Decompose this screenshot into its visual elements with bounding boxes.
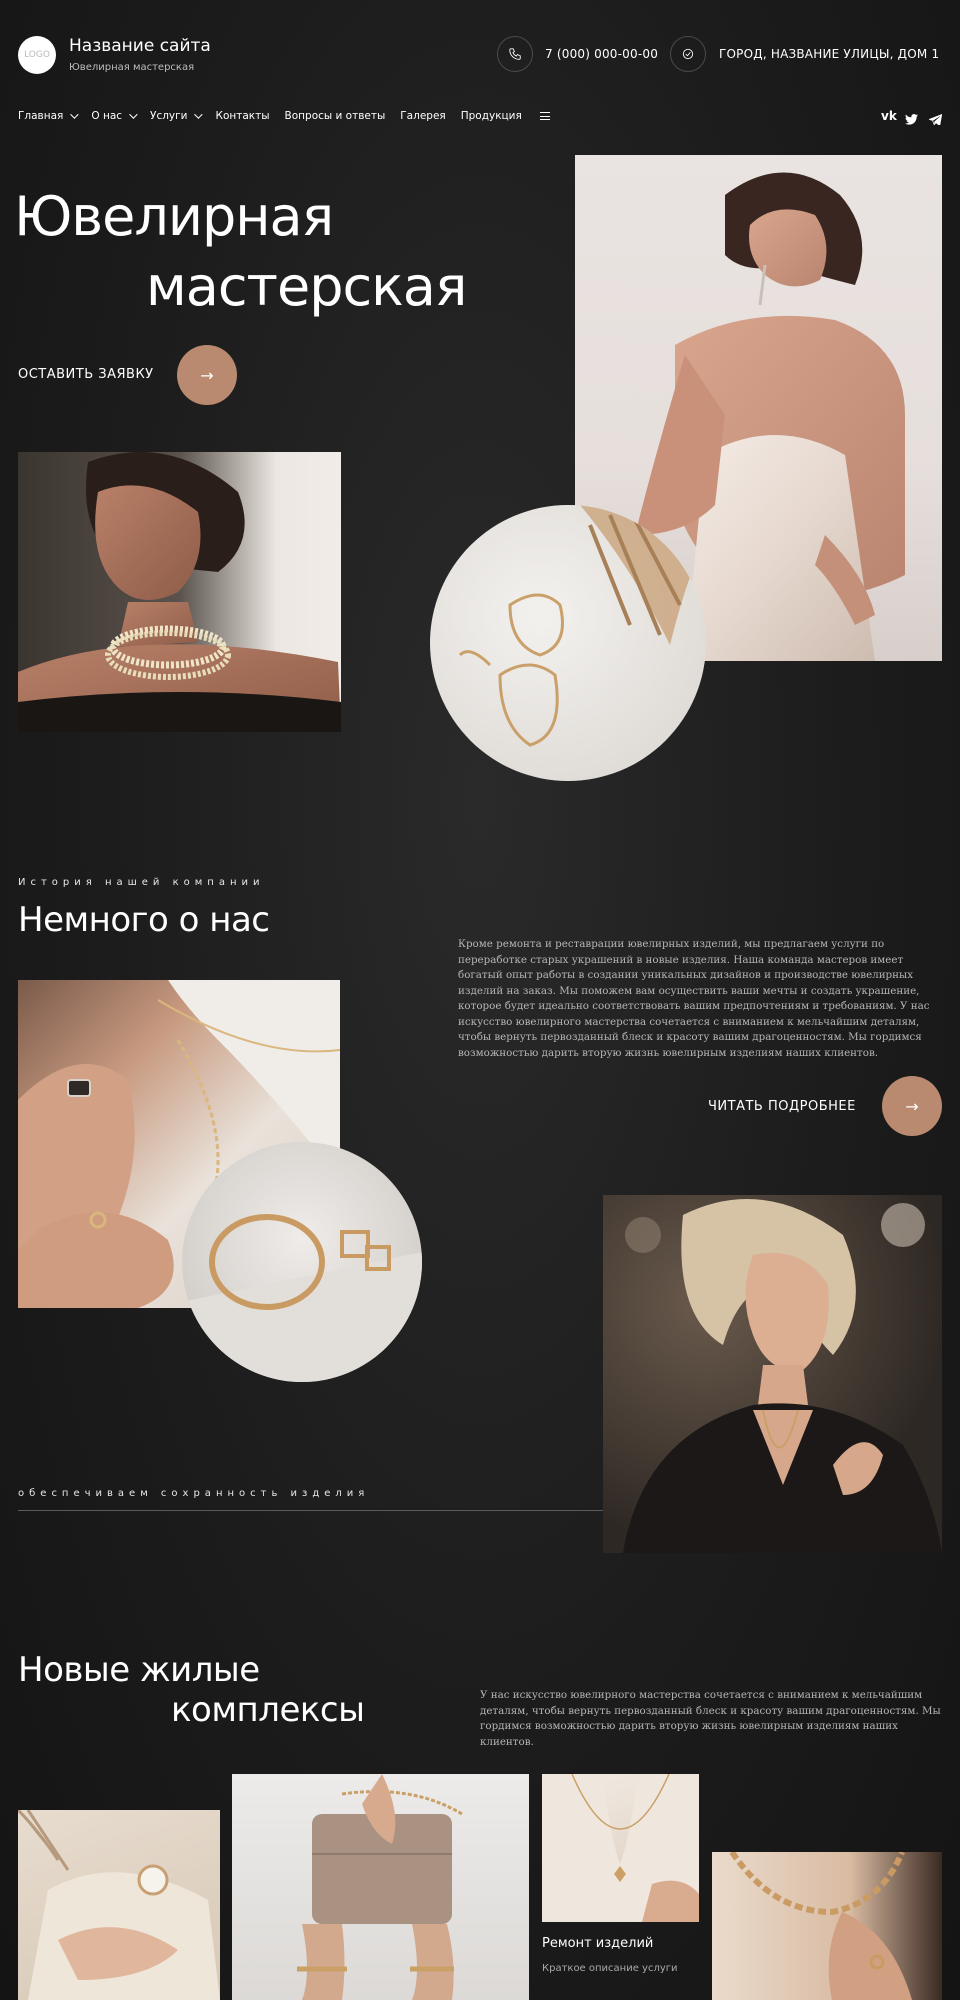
nav-label: Галерея	[400, 110, 446, 122]
nav-item-about[interactable]: О нас	[91, 110, 138, 122]
nav-label: Контакты	[215, 110, 270, 122]
arrow-right-icon: →	[905, 1096, 919, 1116]
vk-icon[interactable]: vk	[881, 109, 897, 123]
site-name[interactable]: Название сайта	[69, 36, 211, 56]
photo-earrings-circle	[430, 505, 706, 781]
address: ГОРОД, НАЗВАНИЕ УЛИЦЫ, ДОМ 1	[719, 47, 940, 61]
photo-blonde-model	[603, 1195, 942, 1553]
nav-item-services[interactable]: Услуги	[150, 110, 204, 122]
logo[interactable]: LOGO	[18, 36, 56, 74]
gallery-photo-chain[interactable]	[712, 1852, 942, 2000]
menu-icon[interactable]	[540, 112, 550, 123]
about-title: Немного о нас	[18, 900, 270, 940]
chevron-down-icon	[129, 110, 138, 119]
nav-item-faq[interactable]: Вопросы и ответы	[285, 110, 386, 122]
complexes-text: У нас искусство ювелирного мастерства со…	[480, 1689, 941, 1748]
nav-item-contacts[interactable]: Контакты	[215, 110, 269, 122]
card-title[interactable]: Ремонт изделий	[542, 1936, 653, 1951]
nav-label: Вопросы и ответы	[284, 110, 386, 122]
hero-title-line2: мастерская	[146, 255, 467, 318]
site-subtitle: Ювелирная мастерская	[69, 62, 195, 73]
about-text: Кроме ремонта и реставрации ювелирных из…	[458, 938, 930, 1059]
photo-bracelet-circle	[182, 1142, 422, 1382]
nav-label: Услуги	[150, 110, 188, 122]
phone-icon[interactable]	[497, 36, 533, 72]
nav-label: О нас	[91, 110, 123, 122]
gallery-photo-bag[interactable]	[232, 1774, 529, 2000]
cta-button[interactable]: →	[177, 345, 237, 405]
nav-item-products[interactable]: Продукция	[461, 110, 522, 122]
photo-pearls-model	[18, 452, 341, 732]
hero-title-line1: Ювелирная	[14, 185, 334, 248]
read-more-button[interactable]: →	[882, 1076, 942, 1136]
read-more-label[interactable]: ЧИТАТЬ ПОДРОБНЕЕ	[708, 1099, 856, 1114]
main-nav: Главная О нас Услуги Контакты Вопросы и …	[18, 110, 537, 122]
telegram-icon[interactable]	[928, 110, 943, 129]
nav-item-gallery[interactable]: Галерея	[400, 110, 445, 122]
twitter-icon[interactable]	[905, 110, 918, 129]
arrow-right-icon: →	[200, 365, 214, 385]
card-description: Краткое описание услуги	[542, 1963, 678, 1974]
gallery-photo-watch[interactable]	[18, 1810, 220, 2000]
location-icon	[670, 36, 706, 72]
chevron-down-icon	[70, 110, 80, 119]
nav-item-home[interactable]: Главная	[18, 110, 80, 122]
complexes-title-line1: Новые жилые	[18, 1650, 260, 1690]
nav-label: Продукция	[460, 110, 522, 122]
complexes-title-line2: комплексы	[171, 1690, 365, 1730]
about-eyebrow: История нашей компании	[18, 877, 265, 888]
nav-label: Главная	[18, 110, 64, 122]
divider	[18, 1510, 603, 1511]
phone-number[interactable]: 7 (000) 000-00-00	[545, 47, 658, 61]
chevron-down-icon	[194, 110, 204, 119]
cta-label[interactable]: ОСТАВИТЬ ЗАЯВКУ	[18, 367, 154, 382]
tagline: обеспечиваем сохранность изделия	[18, 1488, 370, 1499]
gallery-photo-pendant[interactable]	[542, 1774, 699, 1922]
